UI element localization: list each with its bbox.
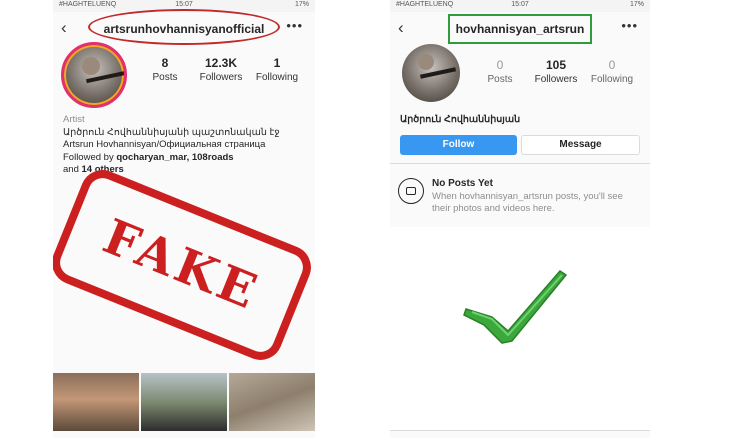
green-highlight-box bbox=[448, 14, 592, 44]
action-buttons: Follow Message bbox=[390, 134, 650, 155]
fake-stamp-text: FAKE bbox=[95, 208, 268, 322]
camera-icon bbox=[398, 177, 424, 204]
status-bar: #HAGHTELUENQ 15:07 17% bbox=[390, 0, 650, 12]
more-dots-icon[interactable]: ••• bbox=[286, 18, 303, 33]
message-button[interactable]: Message bbox=[521, 134, 640, 155]
avatar[interactable] bbox=[402, 44, 460, 102]
red-highlight-ring bbox=[88, 9, 280, 45]
post-grid bbox=[53, 373, 315, 431]
content-area bbox=[390, 227, 650, 438]
clock: 15:07 bbox=[175, 1, 193, 8]
bio-line-english: Artsrun Hovhannisyan/Официальная страниц… bbox=[63, 139, 266, 150]
profile-bio: Artist Արծրուն Հովհաննիսյանի պաշտոնական … bbox=[53, 114, 315, 177]
stat-followers[interactable]: 12.3K Followers bbox=[193, 56, 249, 83]
profile-summary: 0 Posts 105 Followers 0 Following bbox=[390, 44, 650, 116]
profile-header: ‹ artsrunhovhannisyanofficial ••• bbox=[53, 9, 315, 46]
battery-level: 17% bbox=[294, 1, 309, 8]
fake-stamp: FAKE bbox=[53, 163, 315, 367]
stats-row: 8 Posts 12.3K Followers 1 Following bbox=[137, 56, 305, 83]
profile-header: ‹ hovhannisyan_artsrun ••• bbox=[390, 12, 650, 46]
stat-following[interactable]: 1 Following bbox=[249, 56, 305, 83]
no-posts-title: No Posts Yet bbox=[432, 177, 493, 189]
battery-level: 17% bbox=[629, 1, 644, 8]
clock: 15:07 bbox=[511, 1, 529, 8]
avatar[interactable] bbox=[61, 42, 127, 108]
follow-button[interactable]: Follow bbox=[400, 134, 517, 155]
stat-posts[interactable]: 8 Posts bbox=[137, 56, 193, 83]
post-thumbnail[interactable] bbox=[141, 373, 227, 431]
fake-profile-screenshot: #HAGHTELUENQ 15:07 17% ‹ artsrunhovhanni… bbox=[53, 0, 315, 438]
more-dots-icon[interactable]: ••• bbox=[621, 18, 638, 33]
checkmark-icon bbox=[463, 270, 568, 344]
stat-followers[interactable]: 105 Followers bbox=[528, 58, 584, 85]
no-posts-text: When hovhannisyan_artsrun posts, you'll … bbox=[432, 190, 623, 214]
followed-by[interactable]: Followed by qocharyan_mar, 108roads bbox=[63, 152, 315, 165]
post-thumbnail[interactable] bbox=[229, 373, 315, 431]
post-thumbnail[interactable] bbox=[53, 373, 139, 431]
bottom-nav-bar bbox=[390, 430, 650, 438]
stat-posts[interactable]: 0 Posts bbox=[472, 58, 528, 85]
stat-following[interactable]: 0 Following bbox=[584, 58, 640, 85]
real-profile-screenshot: #HAGHTELUENQ 15:07 17% ‹ hovhannisyan_ar… bbox=[390, 0, 650, 438]
stats-row: 0 Posts 105 Followers 0 Following bbox=[472, 58, 640, 85]
no-posts-section: No Posts Yet When hovhannisyan_artsrun p… bbox=[390, 163, 650, 224]
profile-summary: 8 Posts 12.3K Followers 1 Following bbox=[53, 42, 315, 116]
bio-line-armenian: Արծրուն Հովհաննիսյանի պաշտոնական էջ bbox=[63, 126, 280, 138]
